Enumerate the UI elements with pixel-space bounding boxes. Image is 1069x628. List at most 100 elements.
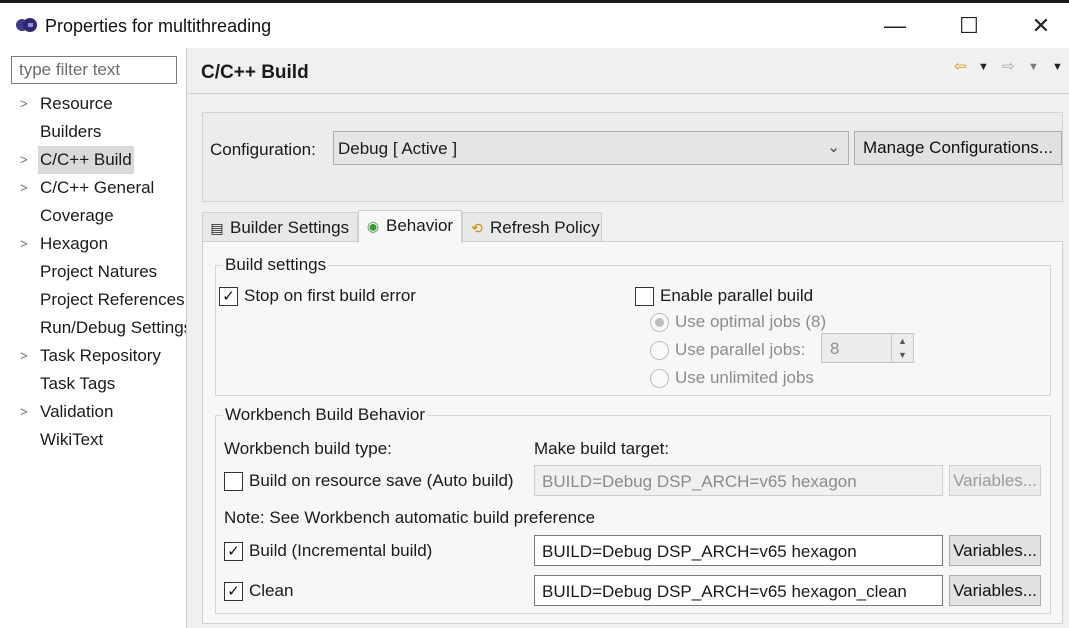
radio-icon [650,340,669,360]
checkbox-label: Build on resource save (Auto build) [249,471,514,490]
tree-item-hexagon[interactable]: > Hexagon [0,230,186,258]
build-settings-group: Build settings ✓ Stop on first build err… [215,255,1051,396]
tree-item-builders[interactable]: Builders [0,118,186,146]
spinner-up-icon[interactable]: ▲ [892,334,913,348]
tree-item-cpp-general[interactable]: > C/C++ General [0,174,186,202]
tree-item-label: Coverage [40,206,114,225]
tree-item-task-tags[interactable]: Task Tags [0,370,186,398]
incremental-build-checkbox[interactable]: ✓ Build (Incremental build) [224,541,432,561]
clean-variables-button[interactable]: Variables... [949,575,1041,606]
tree-item-label: WikiText [40,430,104,449]
tab-refresh-policy[interactable]: ⟲ Refresh Policy [462,212,602,242]
checkmark-icon: ✓ [224,581,243,601]
tree-item-label: Task Tags [40,374,116,393]
behavior-tab-content: Build settings ✓ Stop on first build err… [202,241,1063,624]
enable-parallel-build-checkbox[interactable]: Enable parallel build [635,286,813,306]
checkbox-label: Enable parallel build [660,286,814,305]
view-menu-icon[interactable]: ▼ [1052,61,1063,73]
radio-label: Use parallel jobs: [675,340,806,359]
clean-target-field[interactable]: BUILD=Debug DSP_ARCH=v65 hexagon_clean [534,575,943,606]
auto-build-variables-button[interactable]: Variables... [949,465,1041,496]
checkmark-icon: ✓ [224,541,243,561]
tree-item-coverage[interactable]: Coverage [0,202,186,230]
manage-configurations-button[interactable]: Manage Configurations... [854,131,1062,165]
tree-item-task-repository[interactable]: > Task Repository [0,342,186,370]
workbench-build-behavior-group: Workbench Build Behavior Workbench build… [215,405,1051,614]
tree-item-label: Validation [40,402,114,421]
back-menu-chevron-icon[interactable]: ▼ [978,61,989,73]
document-icon: ▤ [210,220,224,236]
checkbox-label: Stop on first build error [244,286,416,305]
page-header: C/C++ Build ⇦ ▼ ⇨ ▼ ▼ [188,48,1069,94]
tree-item-label: Run/Debug Settings [40,318,186,337]
chevron-right-icon[interactable]: > [20,398,32,426]
chevron-right-icon[interactable]: > [20,230,32,258]
tree-item-project-natures[interactable]: Project Natures [0,258,186,286]
chevron-right-icon[interactable]: > [20,90,32,118]
eclipse-app-icon [16,18,37,32]
radio-icon [650,368,669,388]
configuration-value: Debug [ Active ] [338,139,458,158]
tree-item-label: Hexagon [40,234,109,253]
back-arrow-icon[interactable]: ⇦ [954,57,967,75]
auto-build-target-field[interactable]: BUILD=Debug DSP_ARCH=v65 hexagon [534,465,943,496]
chevron-right-icon[interactable]: > [20,342,32,370]
checkbox-label: Clean [249,581,294,600]
tree-item-wikitext[interactable]: WikiText [0,426,186,454]
radio-selected-icon [650,312,669,332]
tree-item-label: C/C++ General [40,178,155,197]
spinner-down-icon[interactable]: ▼ [892,348,913,362]
workbench-note: Note: See Workbench automatic build pref… [224,508,596,527]
tree-item-label: Task Repository [40,346,161,365]
chevron-down-icon[interactable]: ⌄ [827,138,840,156]
configuration-select[interactable]: Debug [ Active ] ⌄ [333,131,849,165]
minimize-button[interactable]: — [870,3,920,48]
forward-arrow-icon[interactable]: ⇨ [1002,57,1015,75]
close-button[interactable]: ✕ [1016,3,1066,48]
use-unlimited-jobs-radio[interactable]: Use unlimited jobs [650,368,814,388]
tab-behavior[interactable]: ◉ Behavior [358,210,462,243]
tree-item-validation[interactable]: > Validation [0,398,186,426]
tree-item-run-debug-settings[interactable]: Run/Debug Settings [0,314,186,342]
tab-label: Behavior [386,216,454,235]
stop-on-first-error-checkbox[interactable]: ✓ Stop on first build error [219,286,416,306]
workbench-build-type-label: Workbench build type: [224,439,392,458]
parallel-jobs-spinner[interactable]: 8 ▲ ▼ [821,333,914,363]
tree-item-label: C/C++ Build [38,146,134,174]
tab-label: Refresh Policy [490,218,600,237]
tree-item-resource[interactable]: > Resource [0,90,186,118]
tree-item-label: Builders [40,122,102,141]
auto-build-checkbox[interactable]: Build on resource save (Auto build) [224,471,514,491]
tree-item-label: Project References [40,290,185,309]
radio-label: Use optimal jobs (8) [675,312,827,331]
refresh-icon: ⟲ [471,220,483,236]
configuration-group: Configuration: Debug [ Active ] ⌄ Manage… [202,112,1063,202]
property-page: C/C++ Build ⇦ ▼ ⇨ ▼ ▼ Configuration: Deb… [188,48,1069,628]
tree-item-project-references[interactable]: Project References [0,286,186,314]
checkbox-icon [635,286,654,306]
forward-menu-chevron-icon[interactable]: ▼ [1028,61,1039,73]
checkbox-icon [224,471,243,491]
window-title: Properties for multithreading [45,16,272,36]
build-settings-title: Build settings [223,255,329,275]
configuration-label: Configuration: [210,140,316,159]
clean-checkbox[interactable]: ✓ Clean [224,581,293,601]
use-parallel-jobs-radio[interactable]: Use parallel jobs: [650,340,805,360]
workbench-group-title: Workbench Build Behavior [223,405,428,425]
tree-item-label: Project Natures [40,262,158,281]
page-title: C/C++ Build [201,62,309,83]
property-navigation-pane: > Resource Builders > C/C++ Build > C/C+… [0,48,187,628]
incremental-variables-button[interactable]: Variables... [949,535,1041,566]
spinner-arrows: ▲ ▼ [891,334,913,362]
incremental-build-target-field[interactable]: BUILD=Debug DSP_ARCH=v65 hexagon [534,535,943,566]
tab-builder-settings[interactable]: ▤ Builder Settings [202,212,358,242]
chevron-right-icon[interactable]: > [20,146,32,174]
filter-input[interactable] [11,56,177,84]
checkbox-label: Build (Incremental build) [249,541,433,560]
property-tree: > Resource Builders > C/C++ Build > C/C+… [0,90,186,454]
title-bar: Properties for multithreading — ☐ ✕ [0,0,1069,48]
chevron-right-icon[interactable]: > [20,174,32,202]
tree-item-cpp-build[interactable]: > C/C++ Build [0,146,186,174]
use-optimal-jobs-radio[interactable]: Use optimal jobs (8) [650,312,826,332]
maximize-button[interactable]: ☐ [944,3,994,48]
